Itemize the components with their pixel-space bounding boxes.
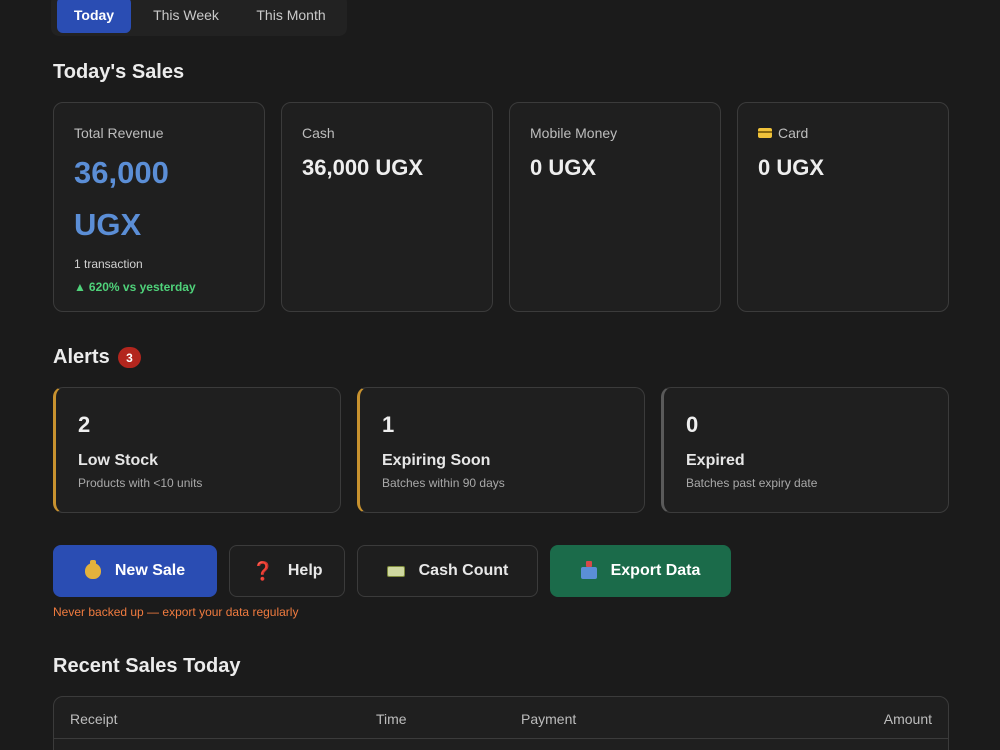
new-sale-button[interactable]: New Sale [53, 545, 217, 597]
cash-count-button[interactable]: Cash Count [357, 545, 538, 597]
mobile-money-label: Mobile Money [530, 125, 618, 141]
backup-warning: Never backed up — export your data regul… [53, 605, 299, 619]
cash-card: Cash 36,000 UGX [281, 102, 493, 312]
card-value: 0 UGX [758, 155, 825, 180]
expired-alert[interactable]: 0 Expired Batches past expiry date [661, 387, 949, 513]
tab-today[interactable]: Today [57, 0, 131, 33]
question-mark-icon: ❓ [251, 560, 274, 581]
cash-label: Cash [302, 125, 335, 141]
tab-this-week[interactable]: This Week [131, 0, 241, 33]
credit-card-icon [758, 128, 772, 138]
recent-sales-table: Receipt Time Payment Amount [53, 696, 949, 750]
alert-count: 1 [382, 412, 395, 437]
export-data-label: Export Data [610, 562, 701, 579]
new-sale-label: New Sale [114, 562, 186, 579]
column-amount: Amount [883, 711, 932, 727]
card-label: Card [778, 125, 809, 141]
alert-description: Products with <10 units [78, 476, 203, 490]
cash-count-label: Cash Count [418, 562, 509, 579]
alert-title: Expired [686, 452, 745, 469]
export-data-button[interactable]: Export Data [550, 545, 731, 597]
period-tabs: Today This Week This Month [51, 0, 347, 36]
card-payments-card: Card 0 UGX [737, 102, 949, 312]
total-revenue-amount: 36,000 [74, 155, 169, 190]
revenue-trend: ▲ 620% vs yesterday [74, 280, 244, 294]
table-header: Receipt Time Payment Amount [54, 697, 948, 739]
alerts-heading: Alerts [53, 346, 110, 368]
tab-this-month[interactable]: This Month [241, 0, 341, 33]
card-label-row: Card [758, 125, 928, 141]
mobile-money-card: Mobile Money 0 UGX [509, 102, 721, 312]
alert-description: Batches within 90 days [382, 476, 505, 490]
total-revenue-label: Total Revenue [74, 125, 164, 141]
alerts-count-badge: 3 [118, 347, 141, 368]
money-bag-icon [84, 560, 101, 579]
column-time: Time [376, 711, 407, 727]
alert-title: Low Stock [78, 452, 159, 469]
help-label: Help [287, 562, 323, 579]
transaction-count: 1 transaction [74, 257, 143, 271]
alert-title: Expiring Soon [382, 452, 491, 469]
todays-sales-heading: Today's Sales [53, 61, 185, 83]
export-icon [580, 561, 597, 579]
expiring-soon-alert[interactable]: 1 Expiring Soon Batches within 90 days [357, 387, 645, 513]
alert-count: 0 [686, 412, 699, 437]
column-receipt: Receipt [70, 711, 118, 727]
total-revenue-currency: UGX [74, 207, 142, 242]
recent-sales-heading: Recent Sales Today [53, 655, 241, 677]
help-button[interactable]: ❓ Help [229, 545, 345, 597]
alert-count: 2 [78, 412, 91, 437]
low-stock-alert[interactable]: 2 Low Stock Products with <10 units [53, 387, 341, 513]
banknote-icon [386, 565, 405, 577]
trend-up-icon: ▲ [74, 280, 86, 294]
alert-description: Batches past expiry date [686, 476, 818, 490]
mobile-money-value: 0 UGX [530, 155, 597, 180]
cash-value: 36,000 UGX [302, 155, 424, 180]
total-revenue-value: 36,000 UGX [74, 147, 244, 251]
total-revenue-card: Total Revenue 36,000 UGX 1 transaction ▲… [53, 102, 265, 312]
column-payment: Payment [521, 711, 577, 727]
revenue-trend-text: 620% vs yesterday [88, 280, 196, 294]
